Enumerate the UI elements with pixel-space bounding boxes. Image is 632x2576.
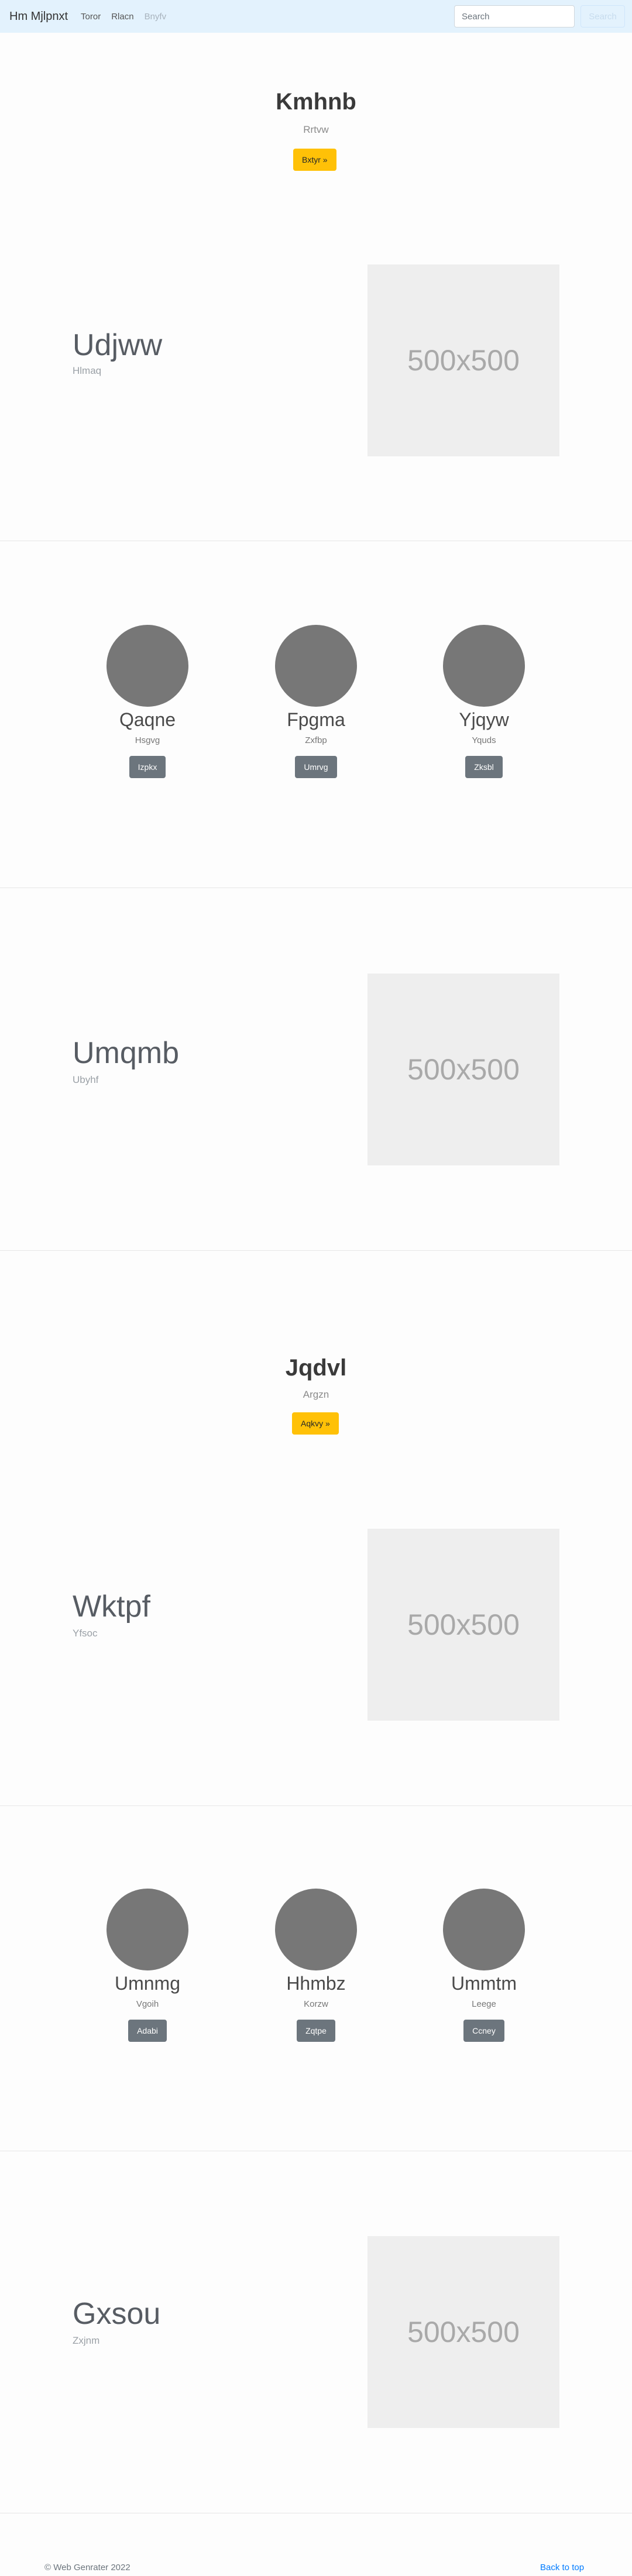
feature-section-2: Umqmb Ubyhf 500x500 — [0, 888, 632, 1250]
feature-section-1: Udjww Hlmaq 500x500 — [0, 208, 632, 541]
feature-section-3: Wktpf Yfsoc 500x500 — [0, 1497, 632, 1805]
profile-name: Hhmbz — [286, 1973, 346, 1994]
profile-name: Yjqyw — [459, 709, 509, 730]
search-input[interactable] — [454, 5, 575, 27]
nav-link-3-disabled: Bnyfv — [144, 11, 167, 22]
feature-section-4: Gxsou Zxjnm 500x500 — [0, 2151, 632, 2513]
profiles-section-1: Qaqne Hsgvg Izpkx Fpgma Zxfbp Umrvg Yjqy… — [0, 541, 632, 888]
avatar — [443, 625, 525, 707]
feature-subtitle: Ubyhf — [73, 1074, 99, 1085]
navbar: Hm Mjlpnxt Toror Rlacn Bnyfv Search — [0, 0, 632, 33]
image-placeholder: 500x500 — [367, 2236, 559, 2428]
profile-button[interactable]: Zqtpe — [297, 2020, 335, 2042]
page: Hm Mjlpnxt Toror Rlacn Bnyfv Search Kmhn… — [0, 0, 632, 2576]
profile-button[interactable]: Umrvg — [295, 756, 337, 778]
feature-subtitle: Zxjnm — [73, 2335, 100, 2346]
search-button[interactable]: Search — [581, 5, 625, 27]
feature-subtitle: Yfsoc — [73, 1628, 98, 1639]
profile-subtitle: Hsgvg — [135, 735, 160, 745]
feature-title: Gxsou — [73, 2297, 161, 2331]
back-to-top-link[interactable]: Back to top — [540, 2563, 584, 2572]
navbar-brand[interactable]: Hm Mjlpnxt — [9, 10, 68, 23]
avatar — [275, 625, 357, 707]
profile-button[interactable]: Ccney — [463, 2020, 504, 2042]
profile-subtitle: Vgoih — [136, 1999, 159, 2009]
jumbotron-1: Kmhnb Rrtvw Bxtyr » — [0, 33, 632, 208]
profile-card: Ummtm Leege Ccney — [396, 1889, 572, 2042]
image-placeholder: 500x500 — [367, 974, 559, 1165]
feature-title: Udjww — [73, 328, 163, 362]
jumbotron-2: Jqdvl Argzn Aqkvy » — [0, 1251, 632, 1497]
nav-link-2[interactable]: Rlacn — [111, 12, 133, 22]
profile-subtitle: Zxfbp — [305, 735, 327, 745]
profile-name: Ummtm — [451, 1973, 517, 1994]
footer-copyright: © Web Genrater 2022 — [44, 2563, 130, 2572]
feature-title: Wktpf — [73, 1590, 150, 1624]
profile-card: Yjqyw Yquds Zksbl — [396, 625, 572, 778]
profile-card: Umnmg Vgoih Adabi — [60, 1889, 235, 2042]
profile-name: Umnmg — [114, 1973, 180, 1994]
feature-title: Umqmb — [73, 1036, 180, 1070]
profile-name: Qaqne — [119, 709, 176, 730]
avatar — [107, 625, 188, 707]
profile-card: Qaqne Hsgvg Izpkx — [60, 625, 235, 778]
jumbotron-subtitle: Argzn — [303, 1389, 329, 1400]
jumbotron-title: Kmhnb — [276, 89, 356, 115]
profile-subtitle: Korzw — [304, 1999, 328, 2009]
profile-subtitle: Yquds — [472, 735, 496, 745]
profile-card: Fpgma Zxfbp Umrvg — [228, 625, 404, 778]
nav-link-1[interactable]: Toror — [81, 12, 101, 22]
profile-button[interactable]: Adabi — [128, 2020, 167, 2042]
profiles-section-2: Umnmg Vgoih Adabi Hhmbz Korzw Zqtpe Ummt… — [0, 1806, 632, 2151]
profile-name: Fpgma — [287, 709, 345, 730]
jumbotron-subtitle: Rrtvw — [303, 124, 329, 135]
profile-card: Hhmbz Korzw Zqtpe — [228, 1889, 404, 2042]
profile-button[interactable]: Izpkx — [129, 756, 166, 778]
image-placeholder: 500x500 — [367, 264, 559, 456]
jumbotron-title: Jqdvl — [285, 1355, 347, 1381]
jumbotron-button[interactable]: Bxtyr » — [293, 149, 336, 171]
jumbotron-button[interactable]: Aqkvy » — [292, 1412, 339, 1435]
profile-button[interactable]: Zksbl — [465, 756, 503, 778]
avatar — [107, 1889, 188, 1970]
avatar — [275, 1889, 357, 1970]
profile-subtitle: Leege — [472, 1999, 496, 2009]
image-placeholder: 500x500 — [367, 1529, 559, 1721]
feature-subtitle: Hlmaq — [73, 365, 102, 376]
avatar — [443, 1889, 525, 1970]
